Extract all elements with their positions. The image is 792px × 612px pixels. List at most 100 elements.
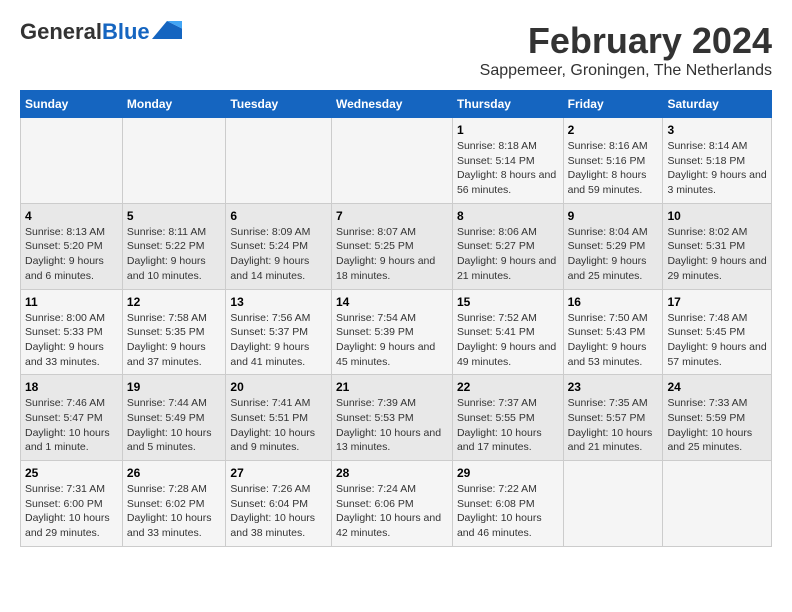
calendar-cell: 18Sunrise: 7:46 AM Sunset: 5:47 PM Dayli… <box>21 375 123 461</box>
logo-text: GeneralBlue <box>20 20 150 44</box>
day-header-friday: Friday <box>563 91 663 118</box>
day-number: 8 <box>457 209 559 223</box>
day-info: Sunrise: 8:18 AM Sunset: 5:14 PM Dayligh… <box>457 139 559 198</box>
day-number: 23 <box>568 380 659 394</box>
main-title: February 2024 <box>480 20 772 62</box>
logo: GeneralBlue <box>20 20 182 44</box>
day-number: 22 <box>457 380 559 394</box>
calendar-cell: 12Sunrise: 7:58 AM Sunset: 5:35 PM Dayli… <box>122 289 226 375</box>
day-number: 18 <box>25 380 118 394</box>
calendar-week-3: 11 Sunrise: 8:00 AM Sunset: 5:33 PM Dayli… <box>21 289 772 375</box>
day-number: 17 <box>667 295 767 309</box>
day-header-wednesday: Wednesday <box>331 91 452 118</box>
day-number: 15 <box>457 295 559 309</box>
day-info: Sunrise: 7:50 AM Sunset: 5:43 PM Dayligh… <box>568 311 659 370</box>
day-info: Sunrise: 8:09 AM Sunset: 5:24 PM Dayligh… <box>230 225 327 284</box>
day-info: Sunrise: 8:11 AM Sunset: 5:22 PM Dayligh… <box>127 225 222 284</box>
subtitle: Sappemeer, Groningen, The Netherlands <box>480 62 772 80</box>
day-number: 20 <box>230 380 327 394</box>
calendar-table: SundayMondayTuesdayWednesdayThursdayFrid… <box>20 90 772 547</box>
calendar-cell: 3 Sunrise: 8:14 AM Sunset: 5:18 PM Daylig… <box>663 118 772 204</box>
calendar-cell: 1 Sunrise: 8:18 AM Sunset: 5:14 PM Daylig… <box>452 118 563 204</box>
day-info: Sunrise: 7:41 AM Sunset: 5:51 PM Dayligh… <box>230 396 327 455</box>
calendar-cell <box>563 461 663 547</box>
header-row: SundayMondayTuesdayWednesdayThursdayFrid… <box>21 91 772 118</box>
day-number: 3 <box>667 123 767 137</box>
day-info: Sunrise: 7:54 AM Sunset: 5:39 PM Dayligh… <box>336 311 448 370</box>
calendar-cell: 16 Sunrise: 7:50 AM Sunset: 5:43 PM Dayli… <box>563 289 663 375</box>
day-info: Sunrise: 7:52 AM Sunset: 5:41 PM Dayligh… <box>457 311 559 370</box>
day-number: 14 <box>336 295 448 309</box>
calendar-cell: 4 Sunrise: 8:13 AM Sunset: 5:20 PM Daylig… <box>21 203 123 289</box>
calendar-cell: 10 Sunrise: 8:02 AM Sunset: 5:31 PM Dayli… <box>663 203 772 289</box>
calendar-cell: 9Sunrise: 8:04 AM Sunset: 5:29 PM Daylig… <box>563 203 663 289</box>
day-info: Sunrise: 8:06 AM Sunset: 5:27 PM Dayligh… <box>457 225 559 284</box>
day-info: Sunrise: 7:37 AM Sunset: 5:55 PM Dayligh… <box>457 396 559 455</box>
day-number: 13 <box>230 295 327 309</box>
calendar-cell: 6 Sunrise: 8:09 AM Sunset: 5:24 PM Daylig… <box>226 203 332 289</box>
day-number: 29 <box>457 466 559 480</box>
day-info: Sunrise: 7:24 AM Sunset: 6:06 PM Dayligh… <box>336 482 448 541</box>
calendar-cell <box>226 118 332 204</box>
day-number: 16 <box>568 295 659 309</box>
day-number: 5 <box>127 209 222 223</box>
calendar-cell: 26 Sunrise: 7:28 AM Sunset: 6:02 PM Dayli… <box>122 461 226 547</box>
day-info: Sunrise: 7:28 AM Sunset: 6:02 PM Dayligh… <box>127 482 222 541</box>
day-header-saturday: Saturday <box>663 91 772 118</box>
day-number: 10 <box>667 209 767 223</box>
day-number: 4 <box>25 209 118 223</box>
day-info: Sunrise: 8:07 AM Sunset: 5:25 PM Dayligh… <box>336 225 448 284</box>
day-number: 21 <box>336 380 448 394</box>
page-header: GeneralBlue February 2024 Sappemeer, Gro… <box>20 20 772 80</box>
calendar-cell: 2 Sunrise: 8:16 AM Sunset: 5:16 PM Daylig… <box>563 118 663 204</box>
day-number: 27 <box>230 466 327 480</box>
day-number: 1 <box>457 123 559 137</box>
day-number: 19 <box>127 380 222 394</box>
calendar-week-1: 1 Sunrise: 8:18 AM Sunset: 5:14 PM Daylig… <box>21 118 772 204</box>
calendar-cell: 23 Sunrise: 7:35 AM Sunset: 5:57 PM Dayli… <box>563 375 663 461</box>
calendar-week-2: 4 Sunrise: 8:13 AM Sunset: 5:20 PM Daylig… <box>21 203 772 289</box>
day-info: Sunrise: 8:16 AM Sunset: 5:16 PM Dayligh… <box>568 139 659 198</box>
day-number: 9 <box>568 209 659 223</box>
day-header-sunday: Sunday <box>21 91 123 118</box>
day-info: Sunrise: 7:33 AM Sunset: 5:59 PM Dayligh… <box>667 396 767 455</box>
day-info: Sunrise: 8:00 AM Sunset: 5:33 PM Dayligh… <box>25 311 118 370</box>
day-header-thursday: Thursday <box>452 91 563 118</box>
day-header-monday: Monday <box>122 91 226 118</box>
logo-icon <box>152 21 182 39</box>
day-number: 26 <box>127 466 222 480</box>
calendar-week-4: 18Sunrise: 7:46 AM Sunset: 5:47 PM Dayli… <box>21 375 772 461</box>
day-info: Sunrise: 7:48 AM Sunset: 5:45 PM Dayligh… <box>667 311 767 370</box>
calendar-cell: 7Sunrise: 8:07 AM Sunset: 5:25 PM Daylig… <box>331 203 452 289</box>
day-info: Sunrise: 7:56 AM Sunset: 5:37 PM Dayligh… <box>230 311 327 370</box>
day-number: 24 <box>667 380 767 394</box>
day-number: 12 <box>127 295 222 309</box>
title-area: February 2024 Sappemeer, Groningen, The … <box>480 20 772 80</box>
calendar-cell: 19 Sunrise: 7:44 AM Sunset: 5:49 PM Dayli… <box>122 375 226 461</box>
calendar-cell: 20 Sunrise: 7:41 AM Sunset: 5:51 PM Dayli… <box>226 375 332 461</box>
calendar-cell: 25Sunrise: 7:31 AM Sunset: 6:00 PM Dayli… <box>21 461 123 547</box>
calendar-cell <box>663 461 772 547</box>
calendar-cell: 22 Sunrise: 7:37 AM Sunset: 5:55 PM Dayli… <box>452 375 563 461</box>
day-info: Sunrise: 7:22 AM Sunset: 6:08 PM Dayligh… <box>457 482 559 541</box>
day-info: Sunrise: 8:13 AM Sunset: 5:20 PM Dayligh… <box>25 225 118 284</box>
calendar-cell: 13 Sunrise: 7:56 AM Sunset: 5:37 PM Dayli… <box>226 289 332 375</box>
day-header-tuesday: Tuesday <box>226 91 332 118</box>
calendar-cell: 28 Sunrise: 7:24 AM Sunset: 6:06 PM Dayli… <box>331 461 452 547</box>
day-info: Sunrise: 8:02 AM Sunset: 5:31 PM Dayligh… <box>667 225 767 284</box>
calendar-cell: 15 Sunrise: 7:52 AM Sunset: 5:41 PM Dayli… <box>452 289 563 375</box>
day-info: Sunrise: 7:44 AM Sunset: 5:49 PM Dayligh… <box>127 396 222 455</box>
calendar-cell: 24 Sunrise: 7:33 AM Sunset: 5:59 PM Dayli… <box>663 375 772 461</box>
day-info: Sunrise: 7:26 AM Sunset: 6:04 PM Dayligh… <box>230 482 327 541</box>
calendar-cell <box>331 118 452 204</box>
day-info: Sunrise: 8:14 AM Sunset: 5:18 PM Dayligh… <box>667 139 767 198</box>
day-number: 6 <box>230 209 327 223</box>
day-info: Sunrise: 7:31 AM Sunset: 6:00 PM Dayligh… <box>25 482 118 541</box>
day-number: 2 <box>568 123 659 137</box>
calendar-cell <box>21 118 123 204</box>
calendar-cell: 29 Sunrise: 7:22 AM Sunset: 6:08 PM Dayli… <box>452 461 563 547</box>
day-number: 11 <box>25 295 118 309</box>
calendar-cell <box>122 118 226 204</box>
day-info: Sunrise: 7:35 AM Sunset: 5:57 PM Dayligh… <box>568 396 659 455</box>
day-number: 28 <box>336 466 448 480</box>
